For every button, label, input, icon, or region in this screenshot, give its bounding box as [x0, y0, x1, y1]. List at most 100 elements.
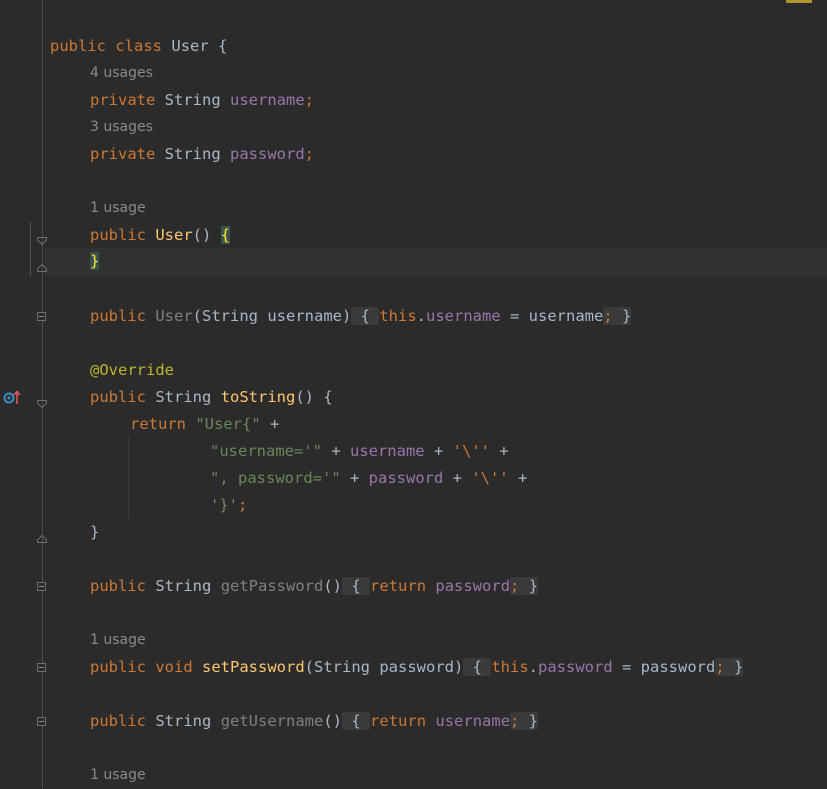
method-name: toString: [220, 388, 296, 406]
semicolon: ;: [304, 91, 315, 109]
type: String: [155, 577, 212, 595]
char-literal: '\'': [471, 469, 509, 487]
fold-marker-icon[interactable]: [37, 717, 46, 726]
string-literal: "username='": [210, 442, 322, 460]
code-line-return[interactable]: return "User{" +: [130, 411, 279, 438]
code-line-field-username[interactable]: private String username;: [90, 87, 314, 114]
inspection-marker[interactable]: [786, 0, 812, 3]
type: String: [155, 388, 212, 406]
operator: +: [260, 415, 280, 433]
method-name: getPassword: [220, 577, 324, 595]
current-line-highlight: [44, 248, 827, 275]
fold-marker-icon[interactable]: [37, 230, 47, 246]
folded-body[interactable]: ; }: [603, 307, 632, 325]
parens: (): [323, 577, 343, 595]
usages-hint[interactable]: 1 usage: [90, 762, 146, 789]
code-line-field-password[interactable]: private String password;: [90, 141, 314, 168]
fold-marker-icon[interactable]: [37, 582, 46, 591]
string-literal: "User{": [195, 415, 261, 433]
keyword: return: [370, 712, 427, 730]
code-line-get-password[interactable]: public String getPassword() { return pas…: [90, 573, 539, 600]
keyword: class: [115, 37, 163, 55]
field-name: password: [435, 577, 511, 595]
usages-hint[interactable]: 1 usage: [90, 627, 146, 654]
keyword: return: [130, 415, 186, 433]
field-name: username: [435, 712, 511, 730]
semicolon: ;: [510, 577, 520, 595]
code-editor[interactable]: public class User { 4 usages private Str…: [0, 0, 827, 788]
parameters: (String password): [304, 658, 464, 676]
brace: {: [218, 37, 228, 55]
code-line-get-username[interactable]: public String getUsername() { return use…: [90, 708, 539, 735]
parens: (): [323, 712, 343, 730]
method-name: getUsername: [220, 712, 324, 730]
brace: {: [351, 577, 361, 595]
char-literal: '\'': [452, 442, 490, 460]
keyword: public: [90, 226, 146, 244]
code-line-tostring[interactable]: public String toString() {: [90, 384, 333, 411]
code-line-set-password[interactable]: public void setPassword(String password)…: [90, 654, 744, 681]
assignment: = username: [500, 307, 604, 325]
fold-marker-icon[interactable]: [37, 393, 47, 409]
brace: {: [323, 388, 333, 406]
usages-hint[interactable]: 3 usages: [90, 114, 153, 141]
indent-guide: [128, 437, 129, 518]
type: String: [164, 145, 221, 163]
annotation[interactable]: @Override: [90, 357, 174, 384]
code-line-constructor-arg[interactable]: public User(String username) { this.user…: [90, 303, 632, 330]
folded-body[interactable]: ; }: [715, 658, 744, 676]
fold-marker-icon[interactable]: [37, 663, 46, 672]
field-name: password: [538, 658, 613, 676]
field-name: password: [230, 145, 305, 163]
method-name: User: [155, 226, 193, 244]
brace: }: [90, 523, 100, 541]
assignment: = password: [612, 658, 716, 676]
type: String: [164, 91, 221, 109]
fold-marker-icon[interactable]: [37, 312, 46, 321]
parens: (): [295, 388, 315, 406]
field-name: password: [368, 469, 444, 487]
brace: {: [360, 307, 370, 325]
folded-body[interactable]: ; }: [510, 712, 539, 730]
top-partial-line: [0, 0, 827, 6]
keyword: return: [370, 577, 427, 595]
folded-body[interactable]: {: [342, 712, 371, 730]
code-line-close-tostring[interactable]: }: [90, 519, 99, 546]
override-method-icon[interactable]: [3, 389, 21, 405]
keyword: this: [491, 658, 529, 676]
keyword: public: [90, 658, 146, 676]
folded-body[interactable]: {: [463, 658, 492, 676]
usages-hint[interactable]: 4 usages: [90, 60, 153, 87]
keyword: private: [90, 145, 156, 163]
keyword: public: [90, 712, 146, 730]
matched-brace: {: [220, 226, 231, 244]
usages-hint[interactable]: 1 usage: [90, 195, 146, 222]
folded-body[interactable]: ; }: [510, 577, 539, 595]
field-name: username: [349, 442, 425, 460]
code-line-concat-username[interactable]: "username='" + username + '\'' +: [210, 438, 509, 465]
fold-marker-icon[interactable]: [37, 528, 47, 543]
keyword: void: [155, 658, 193, 676]
keyword: this: [379, 307, 417, 325]
class-name: User: [171, 37, 209, 55]
code-line-close-brace[interactable]: }: [90, 248, 100, 275]
folded-body[interactable]: {: [342, 577, 371, 595]
parens: (): [192, 226, 212, 244]
brace: {: [351, 712, 361, 730]
code-line-concat-password[interactable]: ", password='" + password + '\'' +: [210, 465, 527, 492]
semicolon: ;: [304, 145, 315, 163]
code-line-closing-char[interactable]: '}';: [210, 492, 247, 519]
fold-marker-icon[interactable]: [37, 257, 47, 272]
keyword: public: [90, 577, 146, 595]
code-line-default-constructor[interactable]: public User() {: [90, 222, 231, 249]
field-name: username: [426, 307, 501, 325]
method-name: User: [155, 307, 193, 325]
field-name: username: [230, 91, 305, 109]
semicolon: ;: [715, 658, 725, 676]
brace: }: [528, 712, 539, 730]
method-name: setPassword: [202, 658, 305, 676]
matched-brace: }: [90, 252, 100, 270]
folded-body[interactable]: {: [351, 307, 380, 325]
char-literal: '}': [210, 496, 238, 514]
code-line-class[interactable]: public class User {: [50, 33, 227, 60]
